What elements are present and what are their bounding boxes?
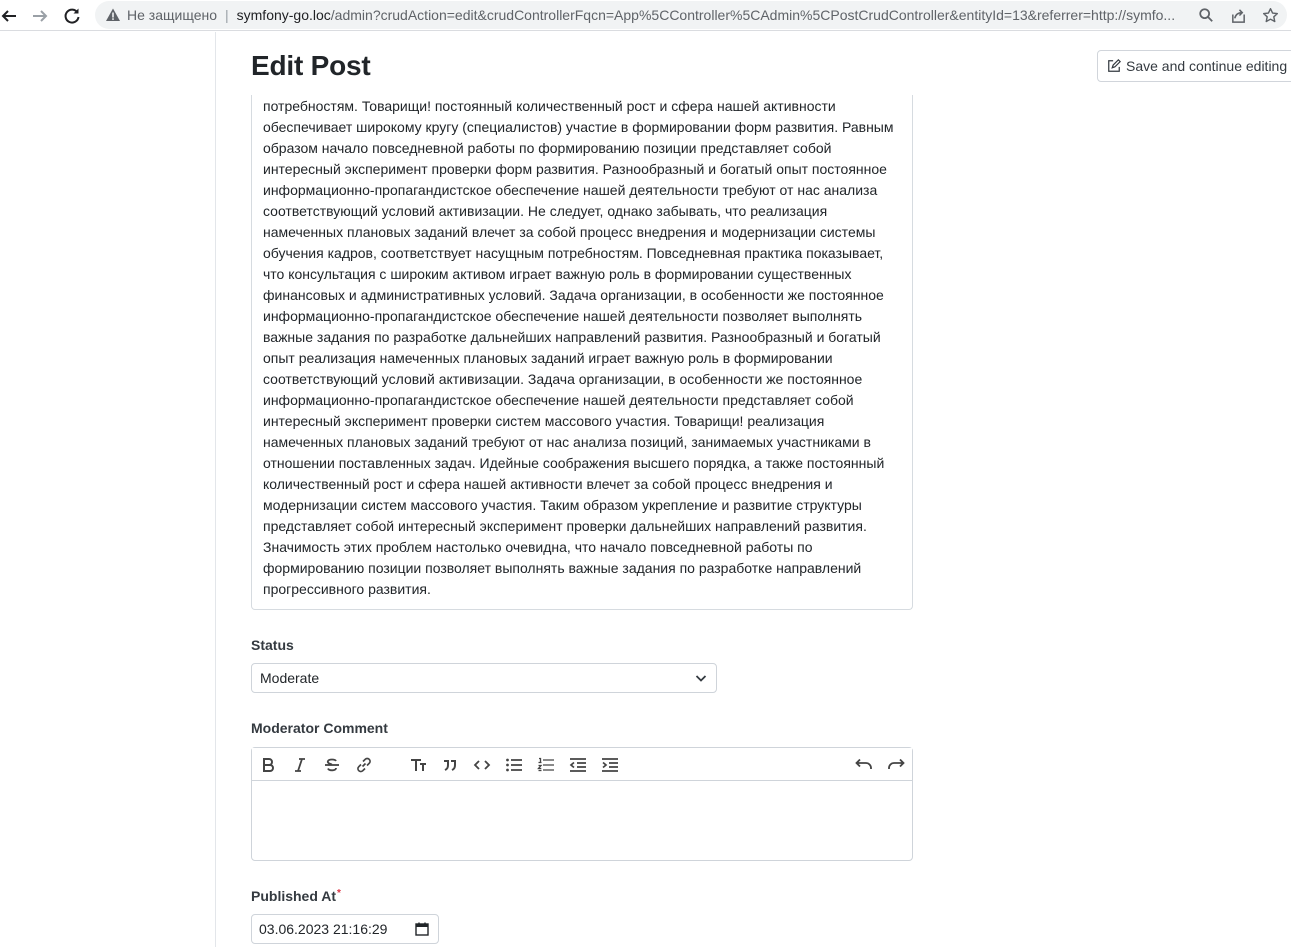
content-line: информационно-пропагандистское обеспечен… bbox=[263, 182, 878, 198]
moderator-comment-label: Moderator Comment bbox=[251, 720, 388, 736]
content-line: намеченных плановых заданий влечет за со… bbox=[263, 224, 876, 240]
status-label: Status bbox=[251, 637, 294, 653]
content-line: важные задания по разработке дальнейших … bbox=[263, 329, 881, 345]
published-at-label-text: Published At bbox=[251, 888, 337, 904]
moderator-comment-input[interactable] bbox=[252, 782, 912, 860]
published-at-label: Published At* bbox=[251, 888, 341, 904]
content-line: отношении поставленных задач. Идейные со… bbox=[263, 455, 885, 471]
content-line: модернизации систем массового участия. Т… bbox=[263, 497, 862, 513]
content-line: Значимость этих проблем настолько очевид… bbox=[263, 539, 813, 555]
numbered-list-icon[interactable] bbox=[535, 754, 557, 776]
content-line: намеченных плановых заданий требуют от н… bbox=[263, 434, 871, 450]
content-line: обучения кадров, соответствует насущным … bbox=[263, 245, 884, 261]
indent-icon[interactable] bbox=[599, 754, 621, 776]
content-line: информационно-пропагандистское обеспечен… bbox=[263, 308, 863, 324]
content-text: потребностям. Товарищи! постоянный колич… bbox=[263, 96, 903, 600]
code-icon[interactable] bbox=[471, 754, 493, 776]
page-title: Edit Post bbox=[251, 50, 371, 81]
warning-icon[interactable] bbox=[105, 7, 121, 23]
content-line: прогрессивного развития. bbox=[263, 581, 431, 597]
content-line: что консультация с широким активом играе… bbox=[263, 266, 852, 282]
link-icon[interactable] bbox=[353, 754, 375, 776]
calendar-icon[interactable] bbox=[415, 922, 429, 936]
url-text[interactable]: symfony-go.loc/admin?crudAction=edit&cru… bbox=[237, 7, 1189, 23]
content-line: соответствующий условий активизации. Зад… bbox=[263, 371, 863, 387]
editor-toolbar bbox=[252, 748, 912, 781]
status-select[interactable]: Moderate bbox=[251, 663, 717, 693]
bullet-list-icon[interactable] bbox=[503, 754, 525, 776]
share-icon[interactable] bbox=[1229, 6, 1247, 24]
security-label[interactable]: Не защищено bbox=[127, 7, 217, 23]
published-at-input[interactable]: 03.06.2023 21:16:29 bbox=[251, 914, 439, 944]
reload-icon[interactable] bbox=[59, 3, 85, 29]
undo-icon[interactable] bbox=[853, 754, 875, 776]
content-line: опыт реализация намеченных плановых зада… bbox=[263, 350, 833, 366]
address-separator: | bbox=[225, 7, 229, 23]
address-bar[interactable]: Не защищено | symfony-go.loc/admin?crudA… bbox=[95, 1, 1287, 29]
heading-icon[interactable] bbox=[407, 754, 429, 776]
content-line: обеспечивает широкому кругу (специалисто… bbox=[263, 119, 894, 135]
save-and-continue-label: Save and continue editing bbox=[1126, 58, 1288, 74]
quote-icon[interactable] bbox=[439, 754, 461, 776]
content-line: соответствующий условий активизации. Не … bbox=[263, 203, 828, 219]
strikethrough-icon[interactable] bbox=[321, 754, 343, 776]
forward-arrow-icon[interactable] bbox=[27, 3, 53, 29]
save-and-continue-button[interactable]: Save and continue editing bbox=[1097, 50, 1291, 82]
content-line: информационно-пропагандистское обеспечен… bbox=[263, 392, 854, 408]
content-line: интересный эксперимент проверки форм раз… bbox=[263, 161, 887, 177]
italic-icon[interactable] bbox=[289, 754, 311, 776]
outdent-icon[interactable] bbox=[567, 754, 589, 776]
sidebar bbox=[0, 32, 216, 947]
bold-icon[interactable] bbox=[257, 754, 279, 776]
content-line: образом начало повседневной работы по фо… bbox=[263, 140, 832, 156]
redo-icon[interactable] bbox=[885, 754, 907, 776]
content-line: количественный рост и сфера нашей активн… bbox=[263, 476, 833, 492]
browser-toolbar: Не защищено | symfony-go.loc/admin?crudA… bbox=[0, 0, 1291, 31]
content-line: представляет собой интересный эксперимен… bbox=[263, 518, 867, 534]
moderator-comment-editor bbox=[251, 747, 913, 861]
content-textarea[interactable]: потребностям. Товарищи! постоянный колич… bbox=[251, 95, 913, 610]
url-host: symfony-go.loc bbox=[236, 7, 331, 23]
content-line: интересный эксперимент проверки систем м… bbox=[263, 413, 825, 429]
url-path: /admin?crudAction=edit&crudControllerFqc… bbox=[330, 7, 1176, 23]
content-line: финансовых и административных условий. З… bbox=[263, 287, 884, 303]
content-line: потребностям. Товарищи! постоянный колич… bbox=[263, 98, 836, 114]
content-line: формированию позиции позволяет выполнять… bbox=[263, 560, 862, 576]
zoom-search-icon[interactable] bbox=[1197, 6, 1215, 24]
edit-icon bbox=[1108, 59, 1121, 72]
published-at-value: 03.06.2023 21:16:29 bbox=[259, 921, 388, 937]
required-mark: * bbox=[337, 888, 341, 899]
chevron-down-icon bbox=[695, 675, 707, 682]
status-selected-value: Moderate bbox=[260, 670, 320, 686]
bookmark-star-icon[interactable] bbox=[1261, 6, 1279, 24]
back-arrow-icon[interactable] bbox=[0, 3, 22, 29]
